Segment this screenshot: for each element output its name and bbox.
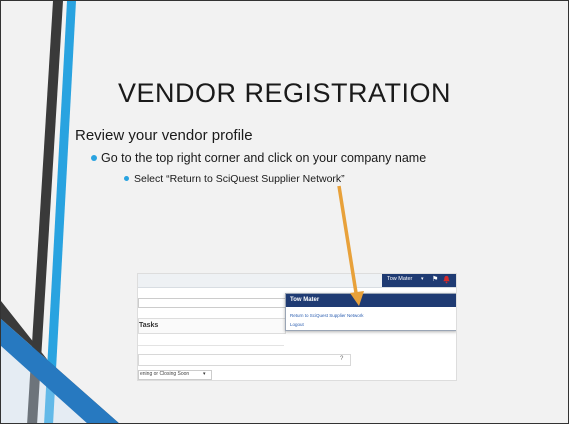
slide: VENDOR REGISTRATION Review your vendor p… <box>0 0 569 424</box>
callout-arrow-icon <box>337 185 364 306</box>
